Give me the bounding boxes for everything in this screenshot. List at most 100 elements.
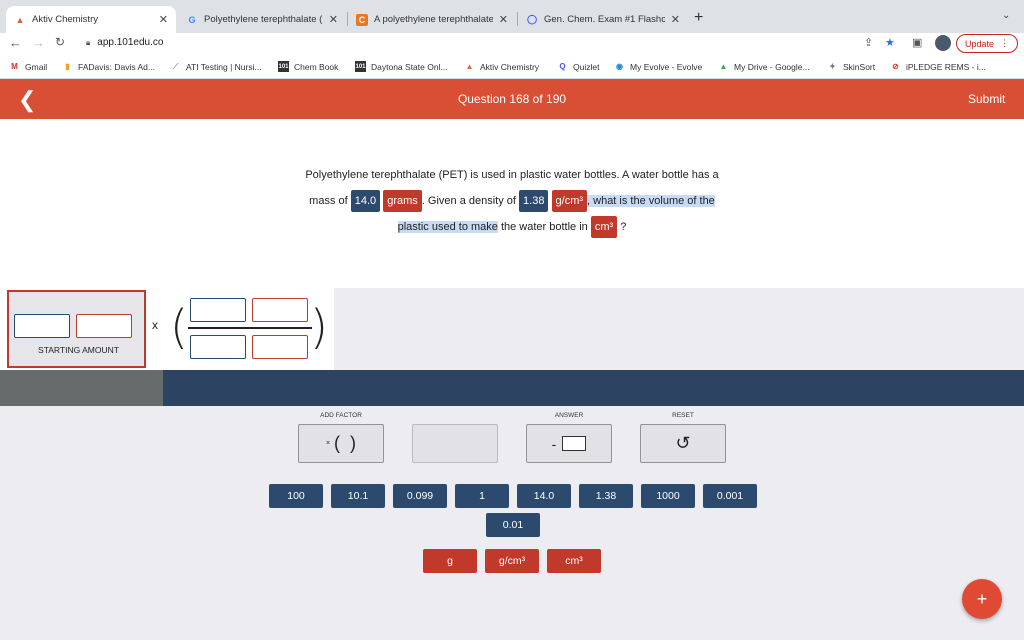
bookmark-skinsort[interactable]: ✦ SkinSort <box>827 61 875 72</box>
question-header: ❮ Question 168 of 190 Submit <box>0 79 1024 119</box>
highlighted-text: , what is the volume of the <box>587 195 715 207</box>
bookmark-ati[interactable]: ⟋ ATI Testing | Nursi... <box>170 61 262 72</box>
reset-icon: ↺ <box>675 433 691 453</box>
question-text-segment: mass of <box>309 195 348 207</box>
url-text: app.101edu.co <box>97 37 164 48</box>
answer-button[interactable]: - <box>526 424 612 463</box>
question-text-segment: the water bottle in <box>497 221 588 233</box>
tab-google-pet[interactable]: G Polyethylene terephthalate (PE ✕ <box>178 6 346 33</box>
starting-amount-box[interactable]: STARTING AMOUNT <box>7 290 146 368</box>
skinsort-icon: ✦ <box>829 62 836 71</box>
star-icon[interactable]: ★ <box>885 36 895 49</box>
parentheses-icon: ( ) <box>334 433 357 453</box>
add-fab-button[interactable]: + <box>962 579 1002 619</box>
daytona-icon: 101 <box>355 61 366 72</box>
number-tile[interactable]: 14.0 <box>517 484 571 508</box>
answer-unit-chip: cm³ <box>590 216 618 238</box>
back-arrow-icon[interactable]: ← <box>9 35 22 50</box>
bookmark-quizlet[interactable]: Q Quizlet <box>557 61 599 72</box>
bookmark-label: iPLEDGE REMS - i... <box>906 61 986 72</box>
bookmark-label: Chem Book <box>294 61 339 72</box>
number-tile[interactable]: 100 <box>269 484 323 508</box>
submit-button[interactable]: Submit <box>968 92 1005 106</box>
ati-icon: ⟋ <box>172 61 179 71</box>
tab-chegg[interactable]: C A polyethylene terephthalate ( ✕ <box>348 6 516 33</box>
gmail-icon: M <box>11 62 18 71</box>
question-counter: Question 168 of 190 <box>457 92 567 106</box>
number-tile[interactable]: 1 <box>455 484 509 508</box>
bookmark-aktiv[interactable]: ▲ Aktiv Chemistry <box>464 61 540 72</box>
number-tile[interactable]: 0.099 <box>393 484 447 508</box>
unit-tile[interactable]: cm³ <box>547 549 601 573</box>
add-factor-label: ADD FACTOR <box>320 412 362 419</box>
number-tile[interactable]: 1.38 <box>579 484 633 508</box>
answer-label: ANSWER <box>554 412 584 419</box>
bookmark-label: Quizlet <box>573 61 600 72</box>
side-panel-icon[interactable]: ▣ <box>912 36 922 49</box>
more-icon: ⋮ <box>1000 38 1010 48</box>
question-line-1: Polyethylene terephthalate (PET) is used… <box>305 169 719 181</box>
number-tile[interactable]: 10.1 <box>331 484 385 508</box>
bookmark-drive[interactable]: ▲ My Drive - Google... <box>718 61 810 72</box>
progress-segment <box>0 370 163 406</box>
address-bar[interactable]: 🔒︎ app.101edu.co <box>86 37 163 48</box>
reset-button[interactable]: ↺ <box>640 424 726 463</box>
google-icon: G <box>188 14 196 25</box>
denominator-unit-slot[interactable] <box>252 335 308 359</box>
numerator-value-slot[interactable] <box>190 298 246 322</box>
tab-title: Gen. Chem. Exam #1 Flashcard <box>544 14 665 25</box>
close-icon[interactable]: ✕ <box>159 13 168 26</box>
highlighted-text: plastic used to make <box>397 221 498 233</box>
evolve-icon: ◉ <box>616 62 623 71</box>
unit-tile[interactable]: g/cm³ <box>485 549 539 573</box>
mass-value-chip: 14.0 <box>350 190 381 212</box>
close-icon[interactable]: ✕ <box>671 13 680 26</box>
new-tab-icon[interactable]: + <box>694 9 703 27</box>
blank-control-button[interactable] <box>412 424 498 463</box>
answer-box-icon <box>562 436 587 451</box>
question-text: Polyethylene terephthalate (PET) is used… <box>290 162 734 240</box>
lock-icon: 🔒︎ <box>86 37 91 47</box>
bookmark-label: FADavis: Davis Ad... <box>78 61 155 72</box>
tab-quizlet[interactable]: ◯ Gen. Chem. Exam #1 Flashcard ✕ <box>518 6 688 33</box>
starting-value-slot[interactable] <box>14 314 70 338</box>
forward-arrow-icon[interactable]: → <box>32 35 45 50</box>
chevron-down-icon[interactable]: ⌄ <box>1002 10 1010 21</box>
browser-toolbar: ← → ↻ 🔒︎ app.101edu.co ⇪ ★ ▣ Update ⋮ <box>0 33 1024 55</box>
bookmark-ipledge[interactable]: ⊘ iPLEDGE REMS - i... <box>890 61 986 72</box>
mass-unit-chip: grams <box>383 190 422 212</box>
close-icon[interactable]: ✕ <box>499 13 508 26</box>
bookmark-fadavis[interactable]: ▮ FADavis: Davis Ad... <box>62 61 155 72</box>
question-text-segment: . Given a density of <box>421 195 516 207</box>
starting-unit-slot[interactable] <box>76 314 132 338</box>
bookmark-gmail[interactable]: M Gmail <box>9 61 47 72</box>
share-icon[interactable]: ⇪ <box>864 36 873 49</box>
avatar[interactable] <box>935 35 951 51</box>
right-parenthesis: ) <box>310 300 328 354</box>
number-tile[interactable]: 1000 <box>641 484 695 508</box>
quizlet-icon: ◯ <box>526 14 538 24</box>
bookmark-daytona[interactable]: 101 Daytona State Onl... <box>355 61 448 72</box>
multiply-sign: x <box>152 318 158 332</box>
bookmark-label: Gmail <box>25 61 48 72</box>
progress-band <box>0 370 1024 406</box>
update-button[interactable]: Update ⋮ <box>956 34 1018 53</box>
tab-title: Polyethylene terephthalate (PE <box>204 14 323 25</box>
add-factor-button[interactable]: × ( ) <box>298 424 384 463</box>
unit-tile[interactable]: g <box>423 549 477 573</box>
question-mark: ? <box>620 221 627 233</box>
tab-aktiv-chemistry[interactable]: ▲ Aktiv Chemistry ✕ <box>6 6 176 33</box>
bookmark-evolve[interactable]: ◉ My Evolve - Evolve <box>614 61 702 72</box>
density-value-chip: 1.38 <box>519 190 549 212</box>
number-tile[interactable]: 0.01 <box>486 513 540 537</box>
denominator-value-slot[interactable] <box>190 335 246 359</box>
work-area: STARTING AMOUNT x ( ) <box>0 288 1024 370</box>
reload-icon[interactable]: ↻ <box>55 35 65 49</box>
bookmark-chem-book[interactable]: 101 Chem Book <box>278 61 338 72</box>
bookmark-label: SkinSort <box>843 61 876 72</box>
number-tile[interactable]: 0.001 <box>703 484 757 508</box>
tab-title: A polyethylene terephthalate ( <box>374 14 493 25</box>
close-icon[interactable]: ✕ <box>329 13 338 26</box>
bookmark-label: Daytona State Onl... <box>371 61 448 72</box>
numerator-unit-slot[interactable] <box>252 298 308 322</box>
